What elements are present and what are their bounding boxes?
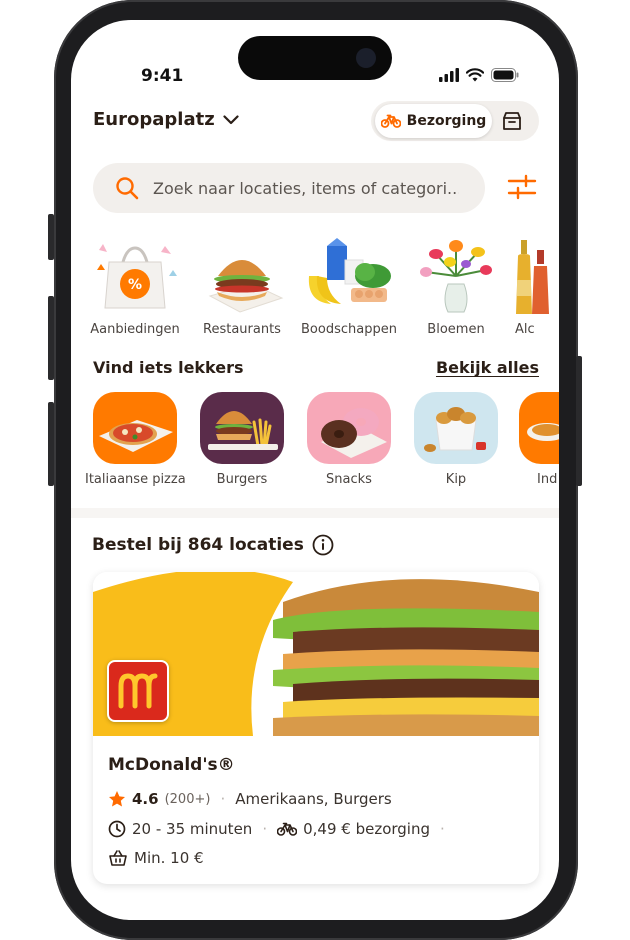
restaurant-name: McDonald's® (108, 755, 235, 775)
see-all-link[interactable]: Bekijk alles (436, 358, 539, 377)
food-tile (414, 392, 498, 464)
clock-icon (108, 820, 126, 838)
food-category-chicken[interactable]: Kip (406, 392, 506, 487)
category-label: Aanbiedingen (90, 322, 180, 337)
category-label: Boodschappen (301, 322, 397, 337)
category-restaurants[interactable]: Restaurants (184, 236, 300, 337)
delivery-time: 20 - 35 minuten (132, 820, 253, 838)
location-label: Europaplatz (93, 109, 215, 130)
groceries-icon (308, 238, 391, 304)
pickup-bag-icon[interactable] (501, 110, 523, 132)
food-tile (200, 392, 284, 464)
location-selector[interactable]: Europaplatz (93, 109, 239, 130)
wifi-icon (466, 68, 484, 82)
category-deals[interactable]: % Aanbiedingen (77, 236, 193, 337)
bike-icon (277, 822, 298, 836)
delivery-fee: 0,49 € bezorging (303, 820, 430, 838)
food-label: Ind (537, 472, 558, 487)
search-icon (115, 176, 139, 200)
category-label: Alc (515, 322, 535, 337)
category-row: % Aanbiedingen Restaurants Boodschappen … (71, 236, 559, 356)
app-screen: 9:41 Europaplatz Bezorging Zoek naar loc… (71, 20, 559, 920)
category-groceries[interactable]: Boodschappen (291, 236, 407, 337)
category-label: Restaurants (203, 322, 281, 337)
food-tile (307, 392, 391, 464)
food-tile (93, 392, 177, 464)
battery-icon (491, 68, 519, 82)
basket-icon (109, 850, 127, 866)
rating-value: 4.6 (132, 790, 159, 808)
min-order-row: Min. 10 € (108, 849, 204, 867)
rating-row: 4.6 (200+) · Amerikaans, Burgers (108, 790, 392, 808)
burger-fries-icon (208, 411, 278, 450)
action-button (48, 214, 54, 260)
food-label: Italiaanse pizza (85, 472, 186, 487)
delivery-mode-label: Bezorging (406, 113, 487, 129)
section-divider (71, 508, 559, 518)
info-icon[interactable] (312, 534, 334, 556)
curry-icon (527, 423, 559, 441)
power-button (576, 356, 582, 486)
category-drinks[interactable]: Alc (505, 236, 559, 337)
category-label: Bloemen (427, 322, 485, 337)
delivery-mode-toggle: Bezorging (371, 101, 539, 141)
flowers-icon (420, 240, 492, 313)
drinks-icon (516, 240, 549, 314)
food-category-burgers[interactable]: Burgers (192, 392, 292, 487)
status-time: 9:41 (141, 66, 184, 86)
category-flowers[interactable]: Bloemen (398, 236, 514, 337)
signal-icon (439, 68, 459, 82)
min-order: Min. 10 € (134, 849, 204, 867)
volume-up-button (48, 296, 54, 380)
food-label: Burgers (216, 472, 268, 487)
section-title: Vind iets lekkers (93, 358, 244, 377)
review-count: (200+) (164, 791, 211, 807)
food-label: Kip (445, 472, 467, 487)
star-icon (109, 791, 125, 807)
donut-icon (321, 408, 387, 458)
volume-down-button (48, 402, 54, 486)
food-category-pizza[interactable]: Italiaanse pizza (85, 392, 186, 487)
delivery-mode-button[interactable]: Bezorging (375, 104, 492, 138)
mcdonalds-logo (107, 660, 169, 722)
food-category-snacks[interactable]: Snacks (299, 392, 399, 487)
delivery-info-row: 20 - 35 minuten · 0,49 € bezorging · (108, 820, 449, 838)
search-bar[interactable]: Zoek naar locaties, items of categori... (93, 163, 485, 213)
dynamic-island (238, 36, 392, 80)
filter-icon[interactable] (507, 174, 537, 200)
food-category-indian[interactable]: Ind (513, 392, 559, 487)
food-label: Snacks (326, 472, 372, 487)
separator-dot: · (220, 790, 226, 808)
svg-text:%: % (128, 277, 142, 293)
locations-title: Bestel bij 864 locaties (92, 535, 304, 555)
burger-icon (208, 260, 284, 313)
locations-heading: Bestel bij 864 locaties (92, 534, 334, 556)
separator-dot: · (262, 820, 268, 838)
bike-icon (380, 114, 401, 128)
pizza-icon (99, 420, 173, 452)
status-icons (439, 68, 519, 82)
separator-dot: · (440, 820, 445, 838)
restaurant-card[interactable]: McDonald's® 4.6 (200+) · Amerikaans, Bur… (93, 572, 539, 884)
chicken-icon (424, 407, 486, 452)
percent-bag-icon: % (97, 244, 177, 309)
chevron-down-icon (223, 114, 239, 124)
cuisine-text: Amerikaans, Burgers (235, 790, 392, 808)
food-tile (519, 392, 559, 464)
search-input[interactable]: Zoek naar locaties, items of categori... (153, 179, 459, 198)
